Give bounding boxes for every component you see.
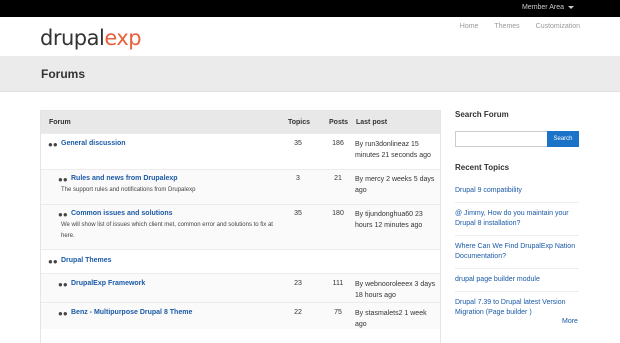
forum-link[interactable]: Common issues and solutions bbox=[71, 210, 173, 217]
forum-link[interactable]: Benz - Multipurpose Drupal 8 Theme bbox=[71, 309, 192, 316]
posts-count: 75 bbox=[334, 309, 342, 316]
top-bar: Member Area bbox=[0, 0, 620, 17]
col-last-post: Last post bbox=[356, 119, 388, 126]
posts-count: 111 bbox=[332, 280, 344, 287]
search-input[interactable] bbox=[455, 131, 548, 147]
search-button[interactable]: Search bbox=[547, 131, 579, 147]
site-logo[interactable]: drupalexp bbox=[40, 26, 142, 50]
col-forum: Forum bbox=[49, 119, 71, 126]
search-form: Search bbox=[455, 131, 579, 147]
last-post[interactable]: By run3donlineaz 15 minutes 21 seconds a… bbox=[355, 139, 437, 161]
recent-topic-link[interactable]: @ Jimmy, How do you maintain your Drupal… bbox=[455, 203, 579, 236]
logo-text-drupal: drupal bbox=[40, 26, 105, 50]
nav-customization[interactable]: Customization bbox=[536, 23, 580, 30]
member-area-menu[interactable]: Member Area bbox=[522, 4, 574, 11]
forum-link[interactable]: General discussion bbox=[61, 140, 126, 147]
recent-topics-heading: Recent Topics bbox=[455, 163, 510, 172]
col-topics: Topics bbox=[288, 119, 311, 126]
table-header: Forum Topics Posts Last post bbox=[41, 111, 440, 133]
comments-icon: ●● bbox=[58, 210, 68, 219]
table-row: ●● Common issues and solutions We will s… bbox=[41, 204, 440, 249]
forum-link[interactable]: Rules and news from Drupalexp bbox=[71, 175, 178, 182]
page-title-bar: Forums bbox=[0, 56, 620, 92]
logo-text-exp: exp bbox=[104, 26, 142, 50]
table-row: ●● General discussion 35 186 By run3donl… bbox=[41, 133, 440, 169]
forum-description: The support rules and notifications from… bbox=[61, 187, 196, 193]
nav-themes[interactable]: Themes bbox=[494, 23, 519, 30]
last-post[interactable]: By stasmalets2 1 week ago bbox=[355, 308, 437, 330]
recent-topic-link[interactable]: Drupal 9 compatibility bbox=[455, 180, 579, 203]
comments-icon: ●● bbox=[58, 280, 68, 289]
posts-count: 186 bbox=[332, 140, 344, 147]
col-posts: Posts bbox=[329, 119, 349, 126]
forum-table: Forum Topics Posts Last post ●● General … bbox=[40, 110, 441, 343]
last-post[interactable]: By tijundonghua60 23 hours 12 minutes ag… bbox=[355, 209, 437, 231]
search-forum-heading: Search Forum bbox=[455, 110, 509, 119]
topics-count: 35 bbox=[294, 210, 302, 217]
sidebar: Search Forum Search Recent Topics Drupal… bbox=[455, 110, 585, 325]
last-post[interactable]: By webnooroleeex 3 days 18 hours ago bbox=[355, 279, 437, 301]
topics-count: 23 bbox=[294, 280, 302, 287]
site-header: drupalexp Home Themes Customization bbox=[0, 17, 620, 56]
comments-icon: ●● bbox=[48, 257, 58, 266]
table-row: ●● DrupalExp Framework 23 111 By webnoor… bbox=[41, 273, 440, 302]
comments-icon: ●● bbox=[48, 140, 58, 149]
table-row: ●● Benz - Multipurpose Drupal 8 Theme 22… bbox=[41, 302, 440, 329]
nav-home[interactable]: Home bbox=[460, 23, 479, 30]
recent-topic-link[interactable]: Where Can We Find DrupalExp Nation Docum… bbox=[455, 236, 579, 269]
comments-icon: ●● bbox=[58, 175, 68, 184]
forum-link[interactable]: Drupal Themes bbox=[61, 257, 112, 264]
topics-count: 22 bbox=[294, 309, 302, 316]
member-area-label[interactable]: Member Area bbox=[522, 4, 564, 11]
recent-topics-list: Drupal 9 compatibility @ Jimmy, How do y… bbox=[455, 180, 579, 324]
posts-count: 21 bbox=[334, 175, 342, 182]
comments-icon: ●● bbox=[58, 309, 68, 318]
table-row: ●● Drupal Themes bbox=[41, 249, 440, 273]
posts-count: 180 bbox=[332, 210, 344, 217]
recent-topic-link[interactable]: Drupal 7.39 to Drupal latest Version Mig… bbox=[455, 292, 579, 324]
recent-topic-link[interactable]: drupal page builder module bbox=[455, 269, 579, 292]
last-post[interactable]: By mercy 2 weeks 5 days ago bbox=[355, 174, 437, 196]
more-link[interactable]: More bbox=[562, 318, 578, 325]
forum-description: We will show list of issues which client… bbox=[61, 222, 273, 239]
forum-link[interactable]: DrupalExp Framework bbox=[71, 280, 145, 287]
caret-down-icon bbox=[568, 5, 574, 9]
page-title: Forums bbox=[41, 67, 86, 81]
main-nav: Home Themes Customization bbox=[446, 23, 580, 30]
table-row: ●● Rules and news from Drupalexp The sup… bbox=[41, 169, 440, 204]
topics-count: 35 bbox=[294, 140, 302, 147]
topics-count: 3 bbox=[296, 175, 300, 182]
